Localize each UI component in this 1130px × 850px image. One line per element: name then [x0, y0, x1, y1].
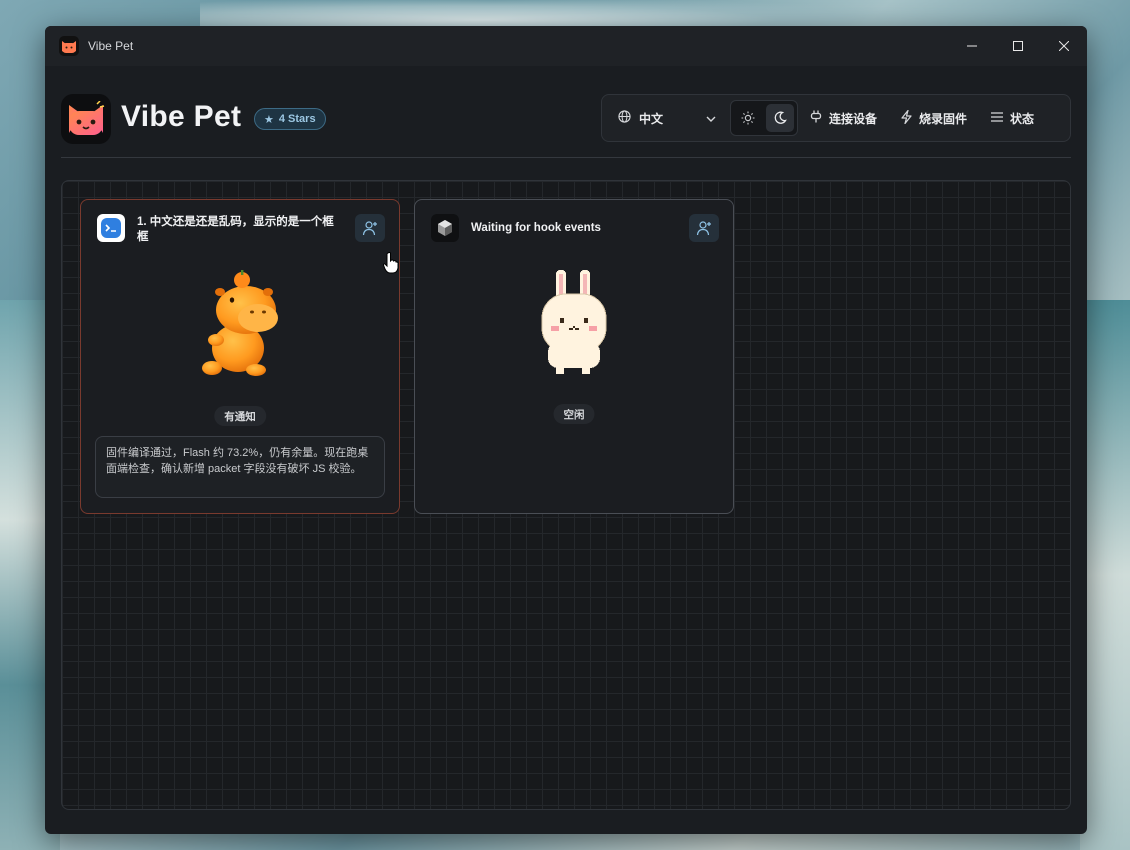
- assign-pet-button[interactable]: [689, 214, 719, 242]
- app-title: Vibe Pet: [121, 100, 242, 133]
- light-theme-button[interactable]: [734, 104, 762, 132]
- stars-badge[interactable]: ★ 4 Stars: [254, 108, 326, 130]
- flash-firmware-button[interactable]: 烧录固件: [889, 100, 979, 136]
- language-select[interactable]: 中文: [608, 100, 726, 136]
- white-bunny-pet: [415, 268, 733, 380]
- connect-device-button[interactable]: 连接设备: [798, 100, 889, 136]
- stars-count: 4 Stars: [278, 113, 316, 125]
- user-plus-icon: [362, 221, 377, 236]
- star-icon: ★: [264, 113, 274, 126]
- chevron-down-icon: [706, 111, 716, 125]
- desktop-wallpaper-right: [1080, 300, 1130, 850]
- card-header: 1. 中文还是还是乱码，显示的是一个框框: [97, 214, 385, 254]
- menu-icon: [991, 111, 1004, 125]
- status-badge: 有通知: [214, 406, 266, 426]
- app-cat-icon: [59, 36, 79, 56]
- window-title: Vibe Pet: [88, 39, 134, 53]
- globe-icon: [618, 110, 631, 126]
- cube-app-icon: [431, 214, 459, 242]
- sun-icon: [741, 111, 755, 125]
- flash-firmware-label: 烧录固件: [919, 111, 968, 126]
- dark-theme-button[interactable]: [766, 104, 794, 132]
- message-text: 固件编译通过，Flash 约 73.2%，仍有余量。现在跑桌面端检查，确认新增 …: [95, 436, 385, 498]
- assign-pet-button[interactable]: [355, 214, 385, 242]
- card-header: Waiting for hook events: [431, 214, 719, 254]
- connect-device-label: 连接设备: [829, 111, 878, 126]
- status-label: 状态: [1010, 111, 1035, 126]
- card-title: Waiting for hook events: [471, 222, 601, 234]
- minimize-button[interactable]: [949, 26, 995, 66]
- terminal-app-icon: [97, 214, 125, 242]
- title-bar[interactable]: Vibe Pet: [45, 26, 1087, 66]
- session-card[interactable]: 1. 中文还是还是乱码，显示的是一个框框 有通知 固件编译通过，Flash 约 …: [80, 199, 400, 514]
- header-divider: [61, 157, 1071, 158]
- app-header: Vibe Pet ★ 4 Stars 中文 连接设备 烧录固件 状态: [61, 92, 1071, 158]
- app-window: Vibe Pet Vibe Pet ★ 4 Stars 中文 连接设备 烧录固件…: [45, 26, 1087, 834]
- app-logo: [61, 94, 111, 144]
- hand-cursor-icon: [382, 252, 399, 279]
- user-plus-icon: [696, 221, 711, 236]
- status-badge: 空闲: [553, 404, 595, 424]
- language-label: 中文: [639, 111, 664, 126]
- maximize-button[interactable]: [995, 26, 1041, 66]
- close-button[interactable]: [1041, 26, 1087, 66]
- card-title: 1. 中文还是还是乱码，显示的是一个框框: [137, 216, 334, 243]
- orange-hippo-pet: [81, 268, 399, 380]
- session-card[interactable]: Waiting for hook events 空闲: [414, 199, 734, 514]
- pet-board: 1. 中文还是还是乱码，显示的是一个框框 有通知 固件编译通过，Flash 约 …: [61, 180, 1071, 810]
- header-toolbar: 中文 连接设备 烧录固件 状态: [601, 94, 1071, 142]
- status-button[interactable]: 状态: [979, 100, 1046, 136]
- lightning-icon: [901, 109, 912, 127]
- theme-toggle: [730, 100, 798, 136]
- moon-icon: [774, 111, 787, 124]
- plug-icon: [810, 110, 822, 126]
